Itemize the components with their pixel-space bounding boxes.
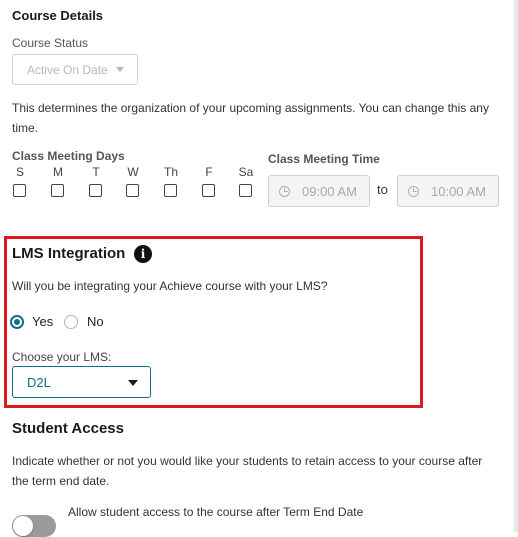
student-access-toggle[interactable] [12,515,56,537]
end-time-value: 10:00 AM [431,183,486,199]
lms-select-value: D2L [27,374,51,390]
info-icon[interactable]: i [134,245,152,263]
day-label-tue: T [92,165,100,179]
choose-lms-label: Choose your LMS: [12,350,112,364]
lms-integration-heading: LMS Integration [12,245,126,262]
day-label-mon: M [53,165,63,179]
day-checkbox-tue[interactable] [89,184,102,197]
meeting-days-label: Class Meeting Days [12,149,125,163]
end-time-input[interactable]: 10:00 AM [397,175,499,207]
meeting-time-label: Class Meeting Time [268,152,380,166]
day-checkbox-fri[interactable] [202,184,215,197]
course-status-select[interactable]: Active On Date [12,54,138,85]
lms-no-radio[interactable] [64,315,78,329]
clock-icon [279,185,290,197]
day-label-wed: W [127,165,139,179]
lms-select[interactable]: D2L [12,366,151,398]
student-access-toggle-label: Allow student access to the course after… [68,505,364,519]
scrollbar[interactable] [514,0,518,532]
lms-no-label: No [87,314,104,329]
day-label-fri: F [205,165,213,179]
lms-question: Will you be integrating your Achieve cou… [12,279,328,293]
day-label-sun: S [15,165,24,179]
lms-yes-radio[interactable] [10,315,24,329]
student-access-description: Indicate whether or not you would like y… [12,454,483,488]
course-status-description: This determines the organization of your… [12,101,489,135]
day-checkbox-wed[interactable] [126,184,139,197]
chevron-down-icon [128,380,138,386]
chevron-down-icon [115,67,124,72]
day-checkbox-thu[interactable] [164,184,177,197]
day-label-sat: Sa [238,165,254,179]
day-checkbox-sat[interactable] [239,184,252,197]
course-status-value: Active On Date [27,62,108,77]
student-access-heading: Student Access [12,420,124,437]
clock-icon [408,185,419,197]
start-time-value: 09:00 AM [302,183,357,199]
day-checkbox-mon[interactable] [51,184,64,197]
day-label-thu: Th [163,165,178,179]
course-status-label: Course Status [12,36,89,50]
lms-yes-label: Yes [32,314,54,329]
course-details-heading: Course Details [12,8,104,23]
day-checkbox-sun[interactable] [13,184,26,197]
time-range-separator: to [377,182,388,197]
start-time-input[interactable]: 09:00 AM [268,175,370,207]
